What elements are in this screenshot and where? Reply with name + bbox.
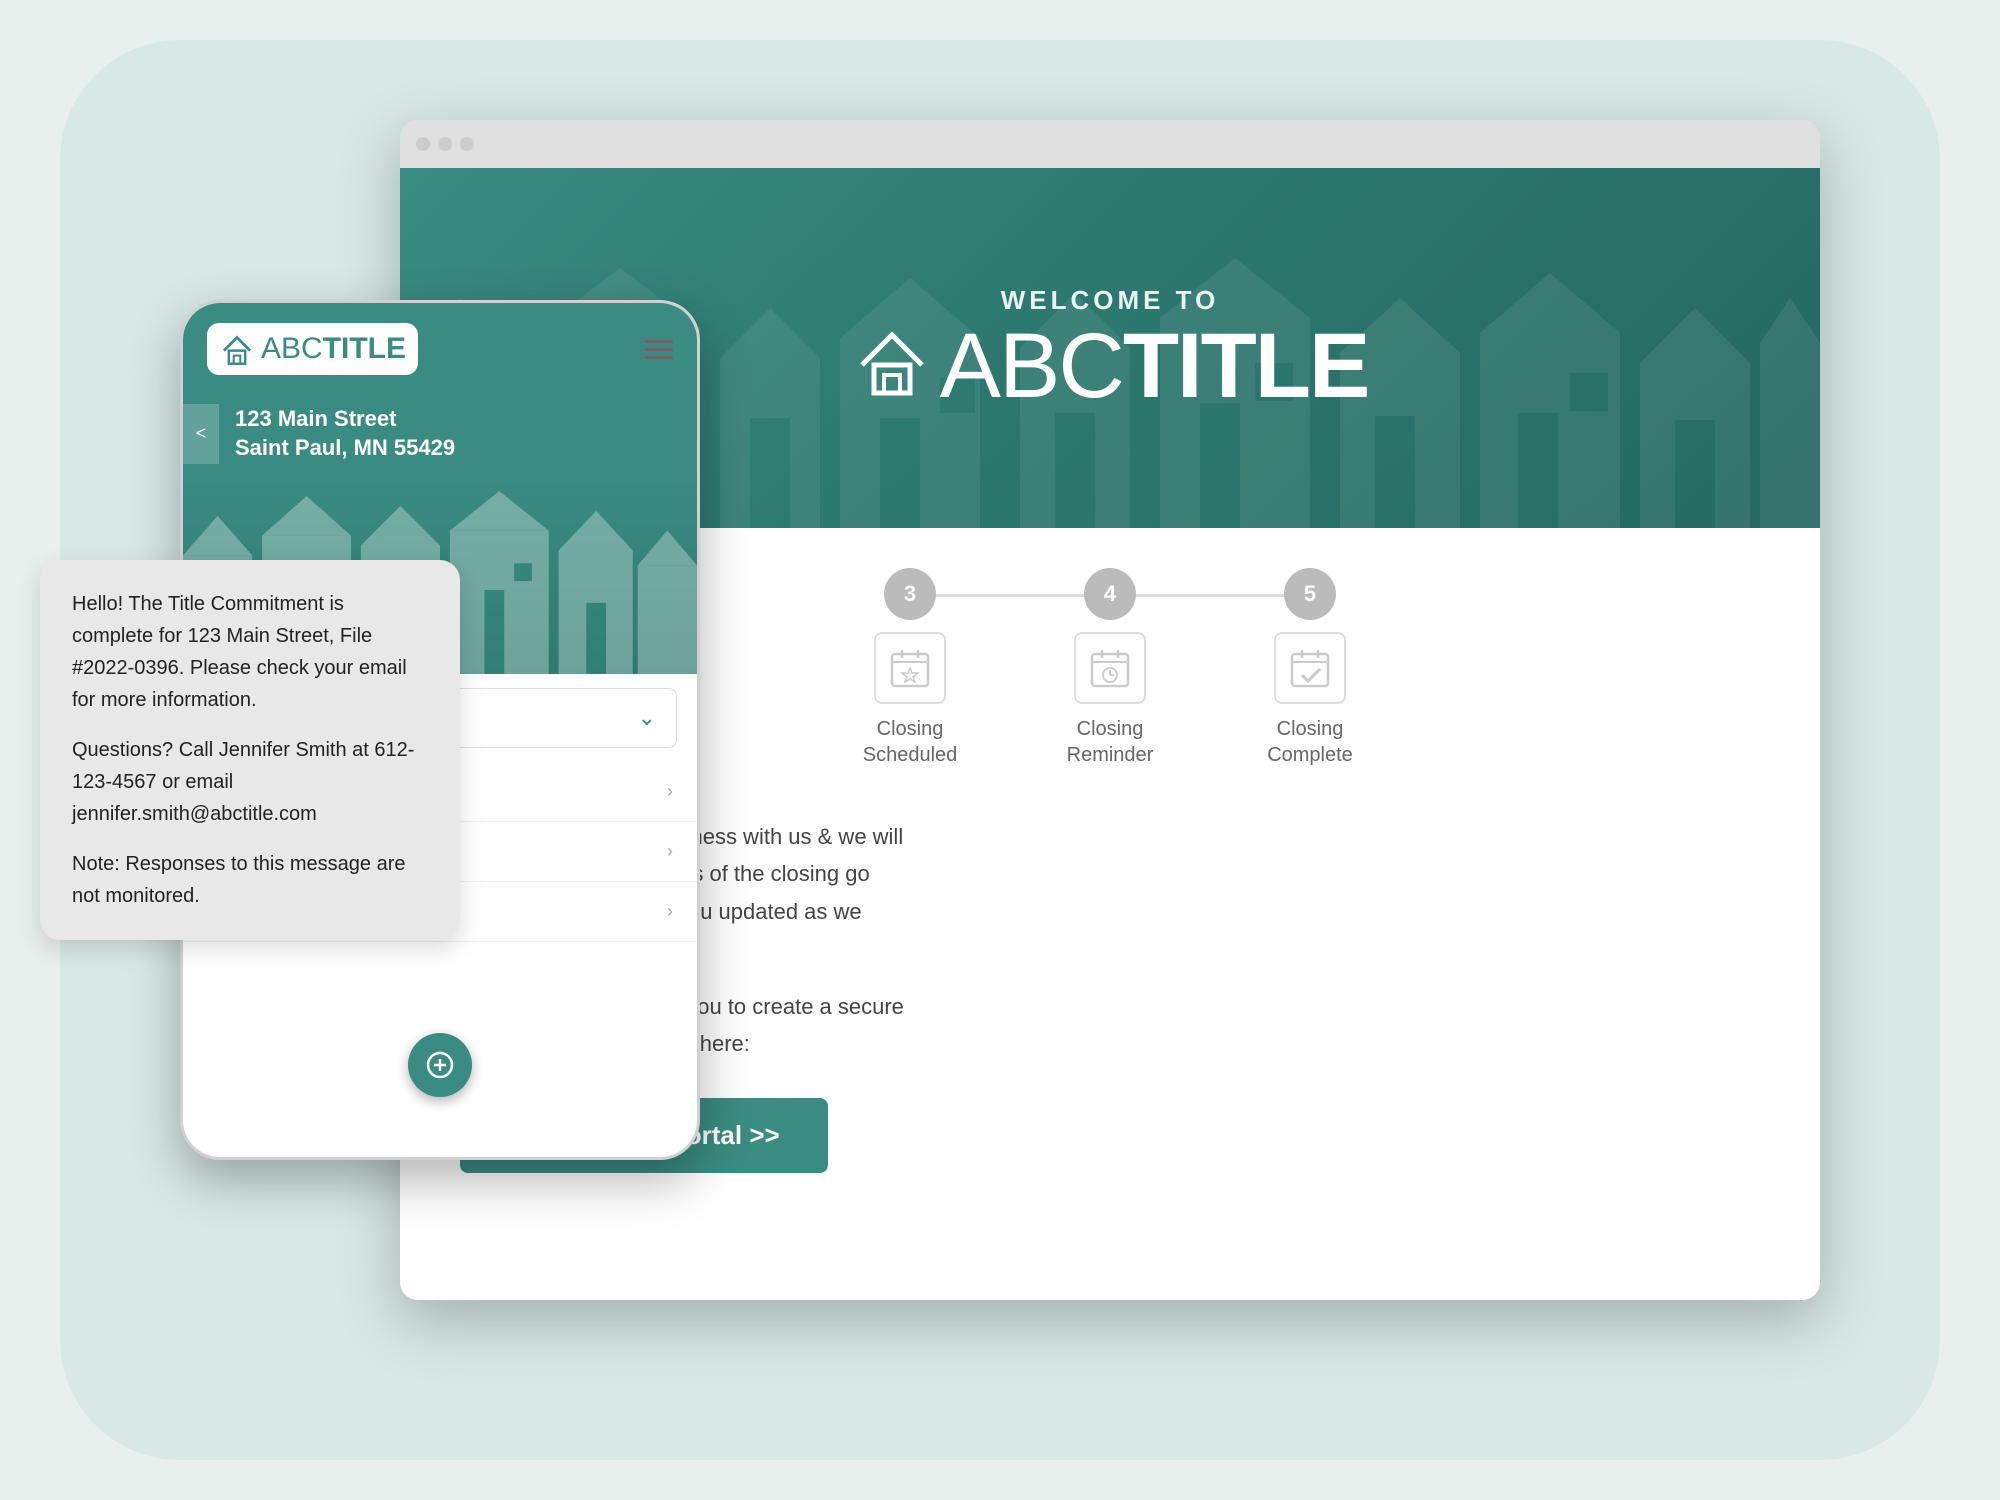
phone-task-chevron-3: › [667,901,673,922]
sms-paragraph-2: Questions? Call Jennifer Smith at 612-12… [72,734,428,830]
titlebar-dot-3 [460,137,474,151]
phone-back-button[interactable]: < [183,404,219,464]
header-logo-area: WELCOME TO ABCTITLE [852,285,1369,412]
titlebar-dot-1 [416,137,430,151]
step-circle-5: 5 [1284,568,1336,620]
step-label-4: Closing Reminder [1067,716,1154,768]
step-icon-4 [1074,632,1146,704]
phone-address-bar: < 123 Main Street Saint Paul, MN 55429 [183,393,697,474]
step-icon-3 [874,632,946,704]
step-circle-4: 4 [1084,568,1136,620]
phone-logo-text: ABCTITLE [261,332,406,366]
hamburger-line-2 [645,348,673,351]
desktop-titlebar [400,120,1820,168]
progress-step-3: 3 Closing Scheduled [810,568,1010,768]
hamburger-icon[interactable] [645,340,673,359]
sms-bubble: Hello! The Title Commitment is complete … [40,560,460,940]
titlebar-dot-2 [438,137,452,151]
phone-address-text: 123 Main Street Saint Paul, MN 55429 [219,393,471,474]
phone-task-chevron-2: › [667,841,673,862]
chevron-down-icon: ⌄ [638,705,656,731]
phone-logo: ABCTITLE [207,323,418,375]
progress-step-4: 4 Closing Reminder [1010,568,1210,768]
step-label-5: Closing Complete [1267,716,1353,768]
desktop-logo-text: ABCTITLE [940,320,1369,412]
hamburger-line-1 [645,340,673,343]
phone-header: ABCTITLE [183,303,697,393]
phone-task-chevron-1: › [667,781,673,802]
progress-step-5: 5 Closing Complete [1210,568,1410,768]
sms-paragraph-3: Note: Responses to this message are not … [72,848,428,912]
step-label-3: Closing Scheduled [863,716,958,768]
welcome-to-text: WELCOME TO [852,285,1369,316]
home-icon [852,323,932,408]
desktop-logo: ABCTITLE [852,320,1369,412]
step-icon-5 [1274,632,1346,704]
step-circle-3: 3 [884,568,936,620]
sms-paragraph-1: Hello! The Title Commitment is complete … [72,588,428,716]
phone-fab-button[interactable] [408,1033,472,1097]
hamburger-line-3 [645,356,673,359]
